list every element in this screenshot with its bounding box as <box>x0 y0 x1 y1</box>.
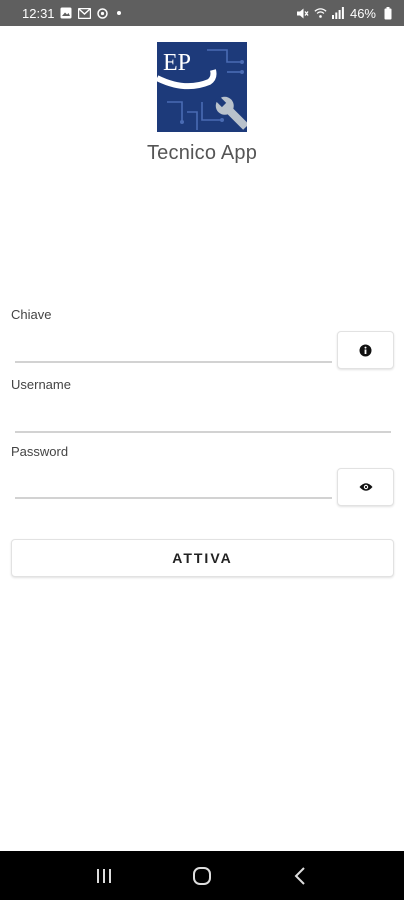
username-label: Username <box>11 377 71 392</box>
image-icon <box>60 7 73 20</box>
sync-icon <box>96 7 109 20</box>
key-info-button[interactable] <box>337 331 394 369</box>
logo-text: EP <box>163 50 191 76</box>
activate-button[interactable]: ATTIVA <box>11 539 394 577</box>
password-visibility-button[interactable] <box>337 468 394 506</box>
back-icon <box>294 866 305 885</box>
status-bar: 12:31 46% <box>0 0 404 26</box>
app-logo: EP <box>157 42 247 132</box>
home-button[interactable] <box>182 856 222 896</box>
signal-icon <box>332 7 345 20</box>
mail-icon <box>77 7 91 20</box>
status-left: 12:31 <box>22 6 121 21</box>
wifi-icon <box>314 7 327 20</box>
logo-graphic: EP <box>157 42 247 132</box>
status-right: 46% <box>296 6 394 21</box>
notification-dot <box>116 11 121 15</box>
key-label: Chiave <box>11 307 52 322</box>
home-icon <box>193 866 211 885</box>
battery-percent: 46% <box>349 5 376 21</box>
eye-icon <box>359 483 372 491</box>
recents-icon <box>97 868 111 883</box>
recents-button[interactable] <box>84 856 124 896</box>
status-time: 12:31 <box>22 5 55 21</box>
key-input[interactable] <box>15 361 332 363</box>
info-icon <box>359 344 372 356</box>
mute-icon <box>296 7 309 20</box>
battery-icon <box>381 6 394 20</box>
password-input[interactable] <box>15 497 332 499</box>
username-input[interactable] <box>15 431 391 433</box>
password-label: Password <box>11 444 69 459</box>
back-button[interactable] <box>280 856 320 896</box>
navigation-bar <box>0 851 404 900</box>
app-title: Tecnico App <box>146 142 258 164</box>
